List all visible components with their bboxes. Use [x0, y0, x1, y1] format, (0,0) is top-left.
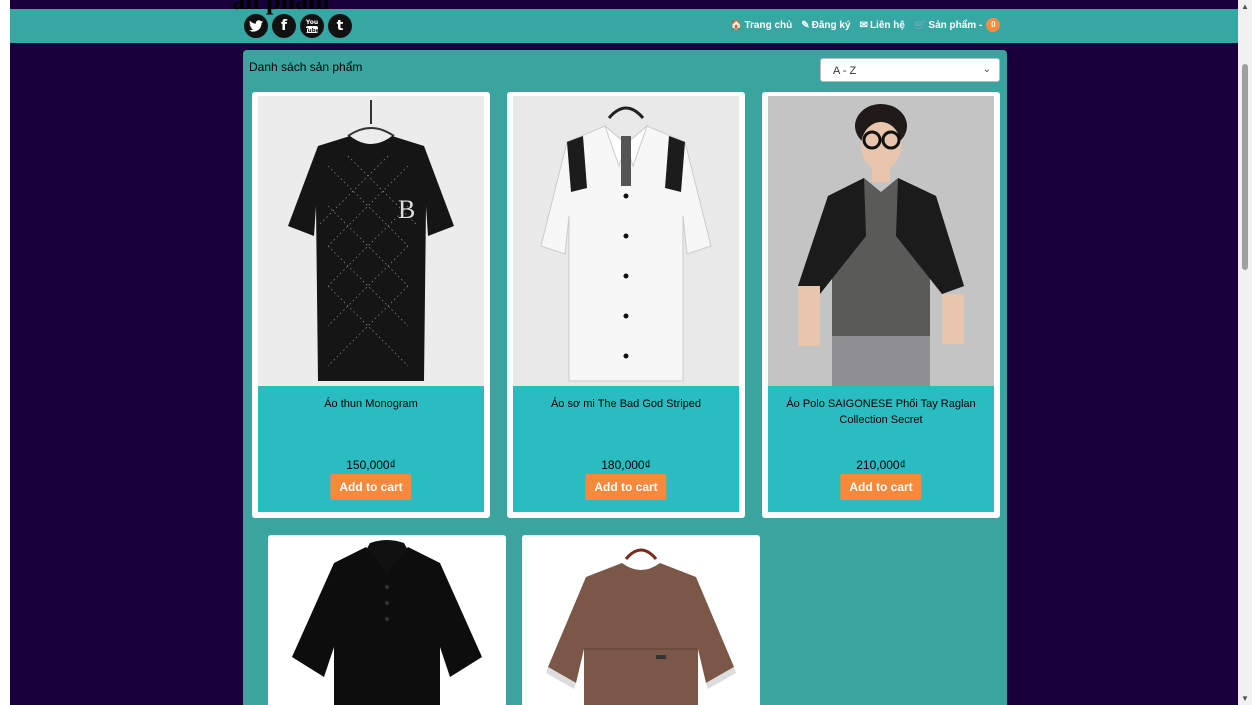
svg-text:Tube: Tube: [305, 28, 319, 34]
svg-text:B: B: [398, 195, 415, 224]
tumblr-icon[interactable]: t: [328, 14, 352, 38]
youtube-icon[interactable]: You Tube: [300, 14, 324, 38]
product-card[interactable]: B Áo thun Monogram 150,000₫ Add to cart: [252, 92, 490, 518]
nav-products-label: Sản phẩm -: [928, 19, 983, 31]
add-to-cart-button[interactable]: Add to cart: [585, 474, 667, 500]
product-name[interactable]: Áo Polo SAIGONESE Phối Tay Raglan Collec…: [776, 396, 986, 428]
add-to-cart-button[interactable]: Add to cart: [330, 474, 412, 500]
brown-tee-image: [528, 537, 754, 705]
product-info: Áo Polo SAIGONESE Phối Tay Raglan Collec…: [768, 386, 994, 512]
product-name[interactable]: Áo sơ mi The Bad God Striped: [521, 396, 731, 412]
top-navbar: f You Tube t 🏠 Trang chủ ✎ Đăng ký ✉ Liên…: [10, 9, 1238, 43]
sort-select[interactable]: A - Z ⌄: [820, 58, 1000, 82]
product-image[interactable]: [528, 537, 754, 705]
product-list-panel: Danh sách sản phẩm A - Z ⌄ B Áo thun Mon…: [243, 50, 1007, 705]
product-card[interactable]: Áo sơ mi The Bad God Striped 180,000₫ Ad…: [507, 92, 745, 518]
black-polo-image: [274, 537, 500, 705]
product-info: Áo sơ mi The Bad God Striped 180,000₫ Ad…: [513, 386, 739, 512]
nav-products[interactable]: 🛒 Sản phẩm - 0: [913, 18, 1001, 32]
home-icon: 🏠: [730, 19, 743, 31]
nav-home[interactable]: 🏠 Trang chủ: [730, 20, 792, 31]
product-image[interactable]: B: [258, 96, 484, 386]
cart-count-badge: 0: [986, 18, 1001, 32]
scroll-up-icon[interactable]: ▲: [1241, 2, 1249, 11]
product-image[interactable]: [768, 96, 994, 386]
product-price: 180,000₫: [601, 458, 651, 472]
scroll-down-icon[interactable]: ▼: [1241, 694, 1249, 703]
nav-contact-label: Liên hệ: [869, 19, 905, 31]
product-price: 210,000₫: [856, 458, 906, 472]
product-name[interactable]: Áo thun Monogram: [266, 396, 476, 412]
product-list-heading: Danh sách sản phẩm: [249, 60, 363, 74]
add-to-cart-button[interactable]: Add to cart: [840, 474, 922, 500]
product-image[interactable]: [274, 537, 500, 705]
scrollbar-thumb[interactable]: [1242, 64, 1248, 270]
product-card[interactable]: Áo Polo SAIGONESE Phối Tay Raglan Collec…: [762, 92, 1000, 518]
cart-icon: 🛒: [913, 19, 927, 31]
main-nav: 🏠 Trang chủ ✎ Đăng ký ✉ Liên hệ 🛒 Sản ph…: [730, 18, 1001, 32]
page: ản phẩm f You Tube t 🏠 Trang chủ ✎ Đăng k…: [10, 0, 1238, 705]
nav-register[interactable]: ✎ Đăng ký: [801, 20, 850, 31]
nav-contact[interactable]: ✉ Liên hệ: [860, 20, 905, 31]
product-card[interactable]: [268, 535, 506, 705]
twitter-icon[interactable]: [244, 14, 268, 38]
product-card[interactable]: [522, 535, 760, 705]
product-image[interactable]: [513, 96, 739, 386]
svg-text:You: You: [305, 19, 318, 26]
product-info: Áo thun Monogram 150,000₫ Add to cart: [258, 386, 484, 512]
nav-home-label: Trang chủ: [744, 19, 793, 31]
social-links: f You Tube t: [244, 14, 352, 38]
polo-model-image: [768, 96, 994, 386]
sort-select-value: A - Z: [833, 65, 857, 77]
product-price: 150,000₫: [346, 458, 396, 472]
chevron-down-icon: ⌄: [982, 64, 991, 75]
page-title-fragment: ản phẩm: [232, 0, 330, 15]
tshirt-black-image: B: [258, 96, 484, 386]
white-shirt-image: [513, 96, 739, 386]
facebook-icon[interactable]: f: [272, 14, 296, 38]
page-scrollbar[interactable]: ▲ ▼: [1238, 0, 1252, 705]
envelope-icon: ✉: [859, 19, 868, 31]
edit-icon: ✎: [801, 19, 810, 31]
nav-register-label: Đăng ký: [811, 19, 851, 31]
